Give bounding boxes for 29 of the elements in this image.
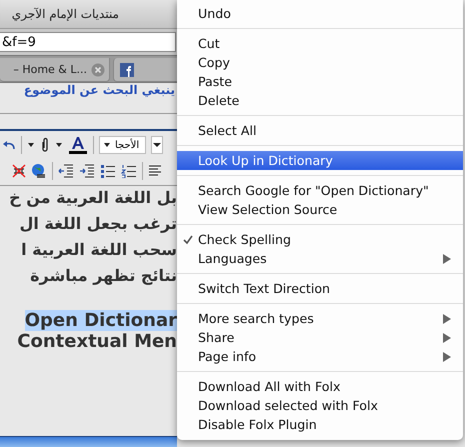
menu-item[interactable]: Download selected with Folx xyxy=(177,396,463,415)
address-field[interactable]: &f=9 xyxy=(0,32,176,52)
menu-item[interactable]: Check Spelling xyxy=(177,230,463,249)
menu-item[interactable]: Copy xyxy=(177,53,463,72)
window-title: منتديات الإمام الآجري xyxy=(12,7,119,21)
editor-text-line: نتائج تظهر مباشرة xyxy=(30,266,177,287)
menu-item[interactable]: Switch Text Direction xyxy=(177,279,463,298)
menu-item[interactable]: Disable Folx Plugin xyxy=(177,415,463,434)
selected-text: Open Dictionar xyxy=(24,310,177,331)
editor-text-line: ترغب بجعل اللغة ال xyxy=(19,214,177,235)
menu-item[interactable]: Look Up in Dictionary xyxy=(177,151,463,170)
menu-item[interactable]: Search Google for "Open Dictionary" xyxy=(177,181,463,200)
menu-item[interactable]: Download All with Folx xyxy=(177,377,463,396)
menu-item[interactable]: More search types xyxy=(177,309,463,328)
browser-tab[interactable]: – Home & L... xyxy=(0,58,110,82)
menu-item[interactable]: Languages xyxy=(177,249,463,268)
menu-item[interactable]: Paste xyxy=(177,72,463,91)
editor-text-line: سحب اللغة العربية ا xyxy=(21,240,177,261)
menu-item[interactable]: Select All xyxy=(177,121,463,140)
font-select[interactable]: الأحجا xyxy=(99,136,146,154)
menu-item[interactable]: Undo xyxy=(177,4,463,23)
editor-text-line: بل اللغة العربية من خ xyxy=(9,188,177,209)
editor-text-line: Contextual Men xyxy=(17,331,177,352)
menu-item[interactable]: Cut xyxy=(177,34,463,53)
page-link[interactable]: ينبغي البحث عن الموضوع xyxy=(24,83,177,97)
menu-item[interactable]: View Selection Source xyxy=(177,200,463,219)
menu-item[interactable]: Share xyxy=(177,328,463,347)
menu-item[interactable]: Page info xyxy=(177,347,463,366)
menu-item[interactable]: Delete xyxy=(177,91,463,110)
